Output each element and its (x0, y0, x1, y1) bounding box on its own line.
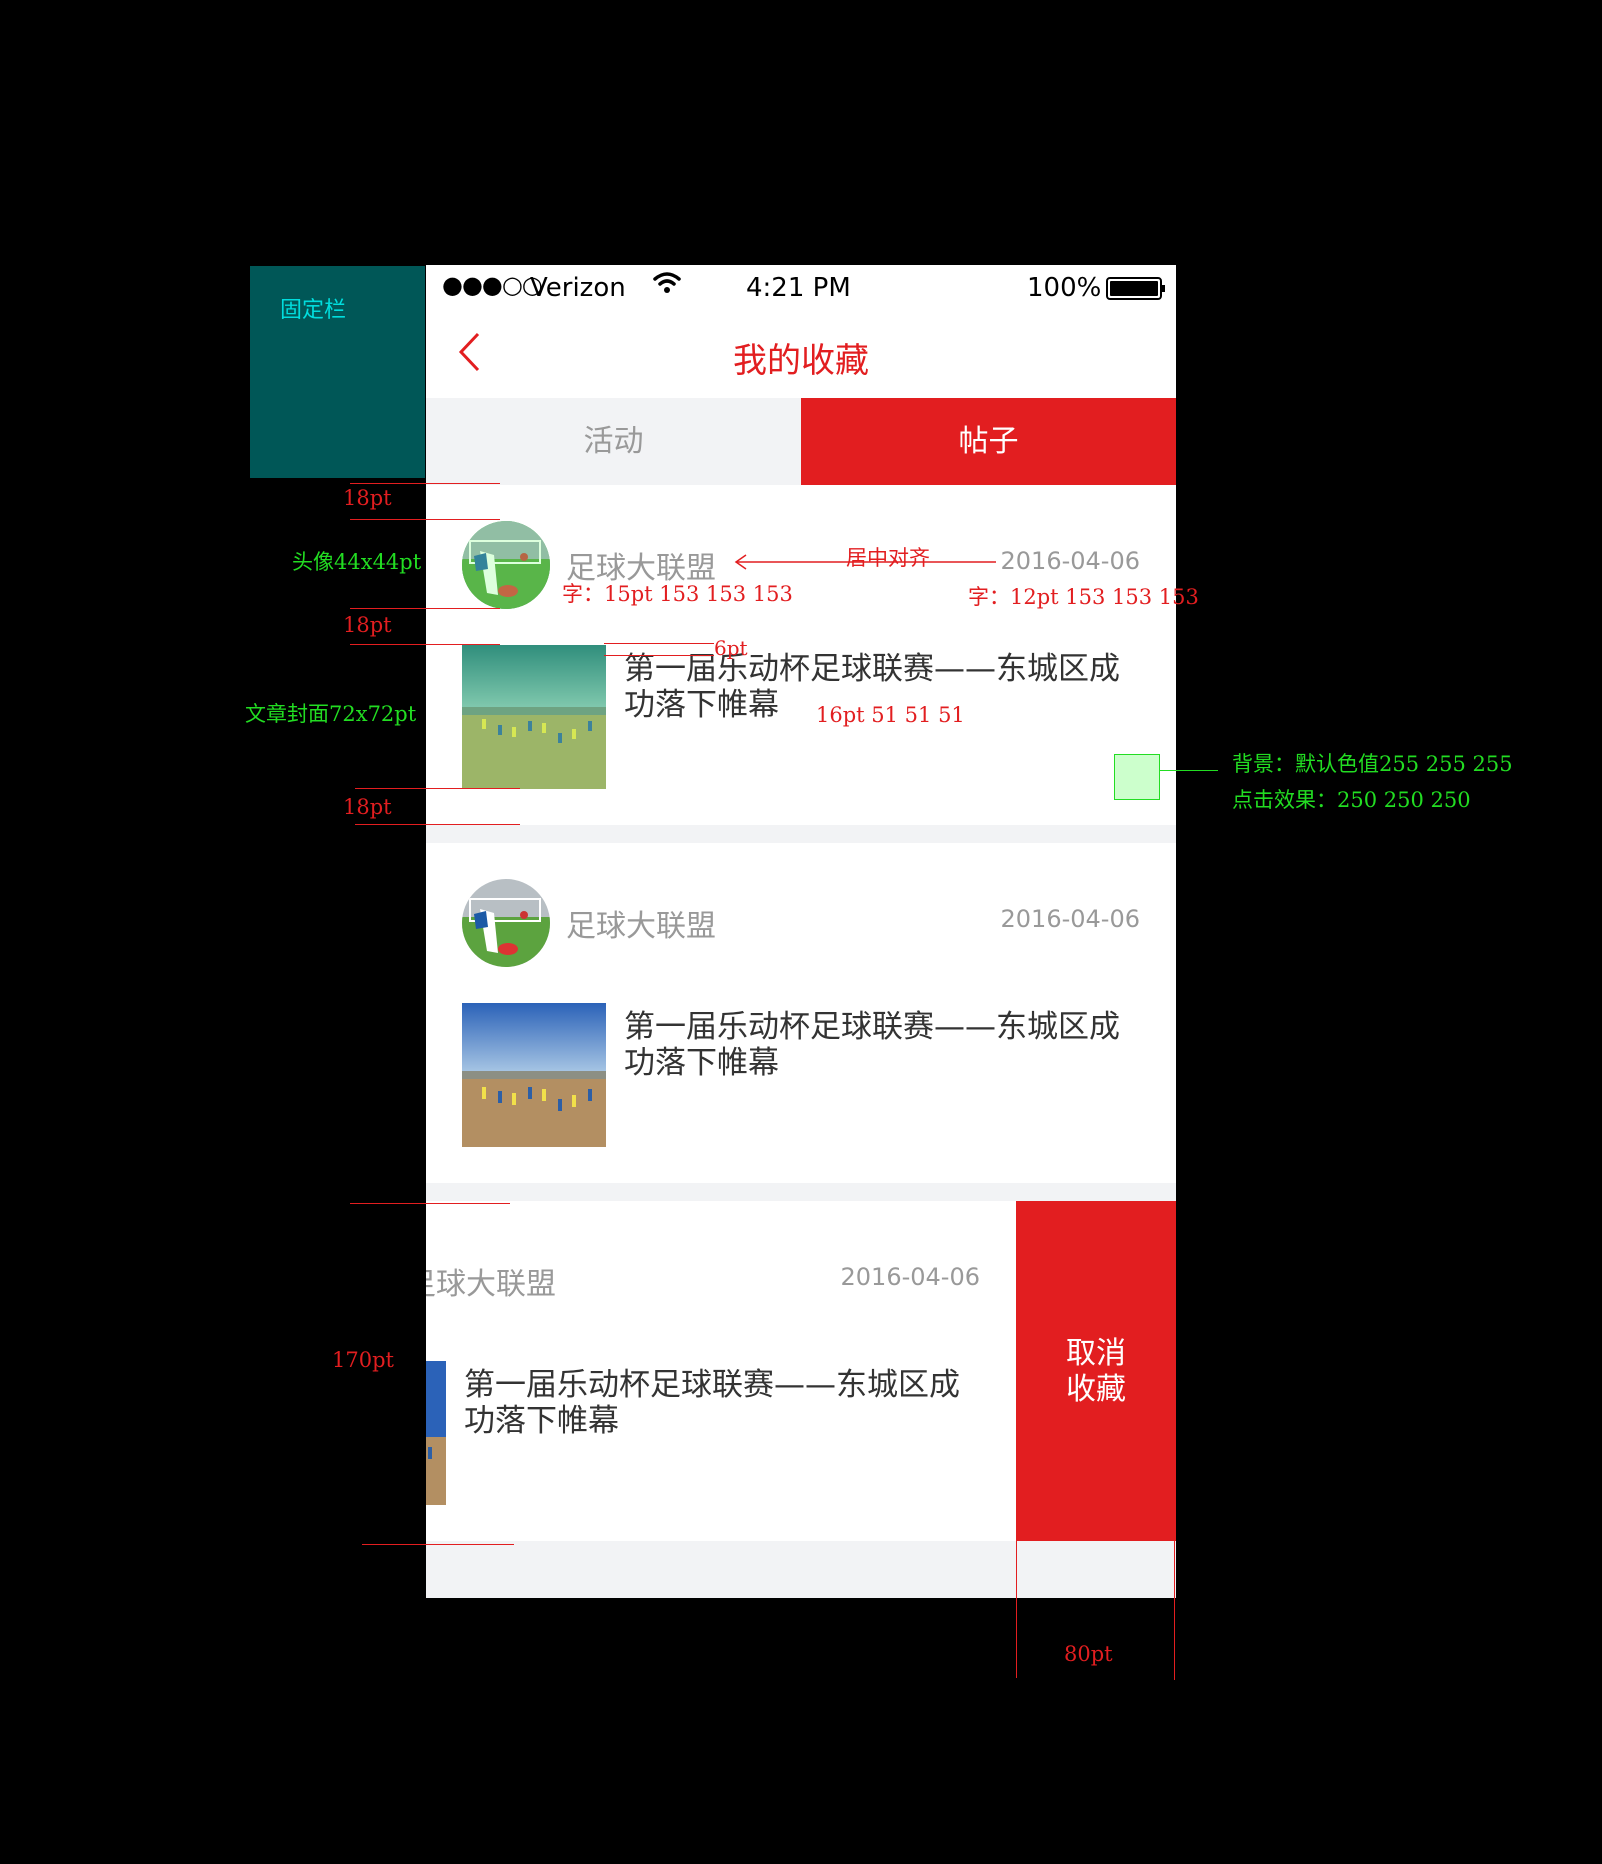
post-title: 第一届乐动杯足球联赛——东城区成功落下帷幕 (624, 1009, 1120, 1081)
unfavorite-label-line2: 收藏 (1066, 1372, 1126, 1407)
fixed-bar-label: 固定栏 (280, 298, 347, 323)
post-date: 2016-04-06 (1000, 905, 1140, 933)
author-font-label: 字：15pt 153 153 153 (562, 582, 793, 606)
measure-line (355, 824, 520, 825)
button-width-label: 80pt (1064, 1642, 1113, 1666)
row-height-label: 170pt (332, 1348, 394, 1372)
spacing-label: 18pt (343, 486, 392, 510)
gap-label: 6pt (714, 636, 748, 660)
unfavorite-label-line1: 取消 (1066, 1336, 1126, 1371)
title-font-label: 16pt 51 51 51 (816, 703, 965, 727)
status-bar: ●●●○○ Verizon 4:21 PM 100% (426, 265, 1176, 311)
post-title: 第一届乐动杯足球联赛——东城区成功落下帷幕 (464, 1367, 960, 1439)
post-date: 2016-04-06 (1000, 547, 1140, 575)
author-name: 足球大联盟 (566, 909, 716, 944)
fixed-bar-annotation: 固定栏 (250, 266, 425, 478)
battery-label: 100% (1027, 273, 1102, 303)
measure-line (1174, 1478, 1175, 1680)
measure-line (350, 608, 500, 609)
measure-line (355, 788, 520, 789)
date-font-label: 字：12pt 153 153 153 (968, 585, 1199, 609)
center-align-label: 居中对齐 (846, 546, 930, 570)
battery-icon (1106, 277, 1166, 308)
bg-default-label: 背景：默认色值255 255 255 (1232, 752, 1513, 776)
carrier-label: Verizon (530, 273, 626, 303)
nav-bar: 我的收藏 (426, 311, 1176, 398)
measure-line (350, 483, 500, 484)
measure-line (350, 644, 500, 645)
avatar[interactable] (462, 521, 550, 609)
bg-swatch (1114, 754, 1160, 800)
spacing-label: 18pt (343, 795, 392, 819)
unfavorite-button[interactable]: 取消 收藏 (1016, 1201, 1176, 1541)
post-card[interactable]: 足球大联盟 2016-04-06 第一届乐动杯足球联赛——东城区成功落下帷幕 (426, 843, 1176, 1183)
measure-line (1016, 1478, 1017, 1678)
phone-screen: ●●●○○ Verizon 4:21 PM 100% 我的收藏 活动 帖子 足球… (426, 265, 1176, 1598)
wifi-icon (652, 269, 682, 304)
avatar-size-label: 头像44x44pt (292, 550, 422, 574)
cover-image[interactable] (426, 1361, 446, 1505)
tab-activities[interactable]: 活动 (426, 398, 801, 485)
time-label: 4:21 PM (746, 273, 851, 303)
bg-pressed-label: 点击效果：250 250 250 (1232, 788, 1471, 812)
measure-line (604, 643, 714, 644)
swiped-content[interactable]: 足球大联盟 2016-04-06 第一届乐动杯足球联赛——东城区成功落下帷幕 (426, 1201, 1016, 1541)
page-title: 我的收藏 (733, 341, 869, 381)
avatar[interactable] (462, 879, 550, 967)
measure-line (604, 655, 714, 656)
cover-image[interactable] (462, 645, 606, 789)
tab-bar: 活动 帖子 (426, 398, 1176, 485)
tab-posts[interactable]: 帖子 (801, 398, 1176, 485)
signal-icon: ●●●○○ (442, 271, 543, 299)
author-name: 足球大联盟 (426, 1267, 556, 1302)
measure-line (350, 1203, 510, 1204)
post-date: 2016-04-06 (840, 1263, 980, 1291)
bg-swatch-connector (1160, 770, 1218, 771)
measure-line (362, 1544, 514, 1545)
spacing-label: 18pt (343, 613, 392, 637)
measure-line (350, 519, 500, 520)
cover-image[interactable] (462, 1003, 606, 1147)
cover-size-label: 文章封面72x72pt (245, 702, 417, 726)
post-card[interactable]: 足球大联盟 2016-04-06 第一届乐动杯足球联赛——东城区成功落下帷幕 (426, 485, 1176, 825)
post-card-swiped[interactable]: 足球大联盟 2016-04-06 第一届乐动杯足球联赛——东城区成功落下帷幕 取… (426, 1201, 1176, 1541)
